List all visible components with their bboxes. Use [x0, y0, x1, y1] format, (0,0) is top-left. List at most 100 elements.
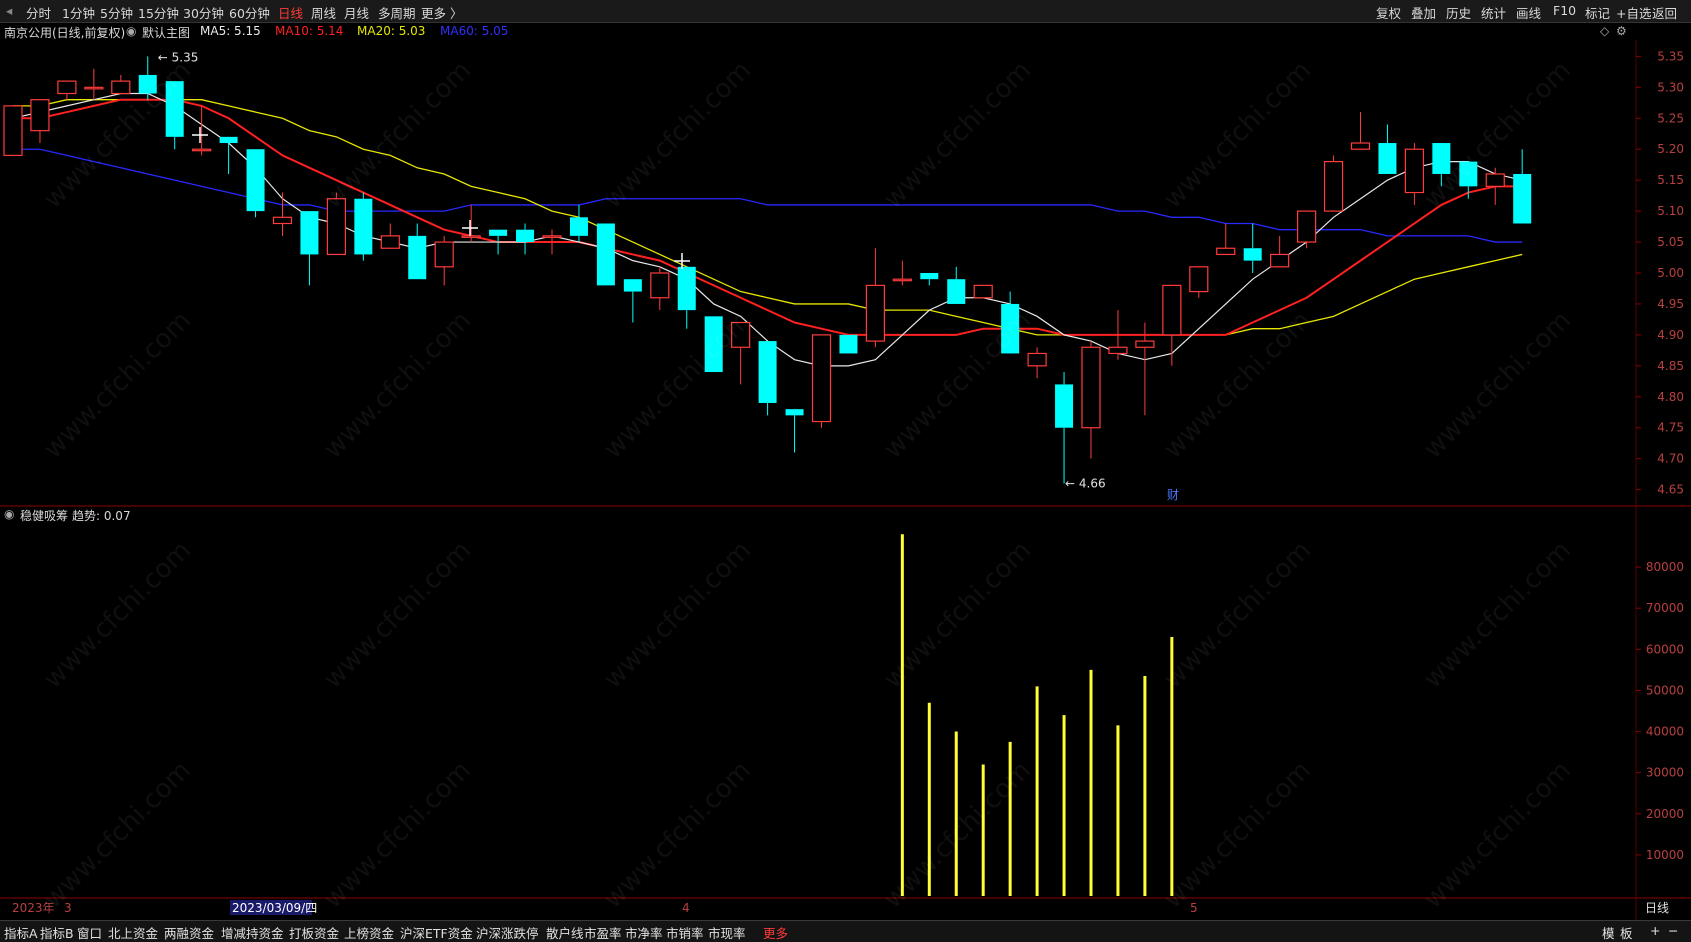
candle-body-down[interactable]	[758, 341, 777, 403]
period-tab-1[interactable]: 1分钟	[62, 3, 95, 22]
bottom-tab-8[interactable]: 沪深ETF资金	[400, 923, 473, 942]
candle-body-up[interactable]	[192, 148, 212, 152]
candle-body-up[interactable]	[326, 198, 346, 256]
period-tab-10[interactable]: 更多 〉	[421, 3, 462, 22]
bottom-tab-11[interactable]: 市盈率	[584, 923, 622, 942]
candle-body-up[interactable]	[1216, 247, 1236, 256]
toolbar-right-0[interactable]: 复权	[1376, 3, 1401, 22]
chart-settings-icon[interactable]: ⚙	[1616, 24, 1627, 38]
candle-body-up[interactable]	[3, 105, 23, 157]
toolbar-right-3[interactable]: 统计	[1481, 3, 1506, 22]
candle-body-down[interactable]	[839, 334, 858, 354]
candle-body-up[interactable]	[1485, 173, 1505, 187]
bottom-tab-0[interactable]: 指标A	[4, 923, 38, 942]
period-tab-9[interactable]: 多周期	[378, 3, 416, 22]
candle-body-up[interactable]	[1296, 210, 1317, 243]
candle-body-down[interactable]	[354, 198, 373, 255]
candle-body-up[interactable]	[542, 235, 562, 238]
period-tab-2[interactable]: 5分钟	[100, 3, 133, 22]
kline-chart[interactable]: 5.35 5.30 5.25 5.20 5.15 5.10 5.05 5.00 4.95 4.90…	[0, 40, 1691, 920]
candle-body-down[interactable]	[300, 211, 319, 255]
candle-body-up[interactable]	[1162, 284, 1182, 336]
toolbar-right-8[interactable]: 返回	[1652, 3, 1677, 22]
candle-body-down[interactable]	[408, 235, 427, 280]
bottom-tab-10[interactable]: 散户线	[546, 923, 584, 942]
candle-body-down[interactable]	[596, 223, 615, 286]
bottom-tab-15[interactable]: 更多	[763, 923, 788, 942]
candle-body-up[interactable]	[650, 272, 670, 299]
candle-body-up[interactable]	[1404, 148, 1425, 194]
candle-body-down[interactable]	[947, 279, 966, 304]
bottom-right-0[interactable]: 模	[1602, 923, 1615, 942]
candle-body-up[interactable]	[111, 80, 131, 95]
candle-body-up[interactable]	[1323, 160, 1344, 212]
bottom-tab-2[interactable]: 窗口	[77, 923, 102, 942]
back-arrow-icon[interactable]: ◂	[6, 3, 12, 18]
bottom-tab-5[interactable]: 增减持资金	[221, 923, 284, 942]
bottom-right-2[interactable]: +	[1650, 923, 1660, 938]
bottom-tab-4[interactable]: 两融资金	[164, 923, 214, 942]
candle-body-up[interactable]	[30, 99, 50, 132]
period-tab-5[interactable]: 60分钟	[229, 3, 270, 22]
bottom-right-1[interactable]: 板	[1620, 923, 1633, 942]
bottom-tab-3[interactable]: 北上资金	[108, 923, 158, 942]
candle-body-up[interactable]	[1027, 352, 1047, 367]
indicator-settings-icon[interactable]: ◉	[4, 507, 14, 521]
period-tab-6[interactable]: 日线	[278, 3, 303, 22]
period-tab-3[interactable]: 15分钟	[138, 3, 179, 22]
candle-body-up[interactable]	[731, 321, 751, 348]
candle-body-up[interactable]	[865, 284, 886, 342]
candle-body-down[interactable]	[1243, 248, 1262, 261]
candle-body-down[interactable]	[1432, 143, 1451, 174]
bottom-tab-13[interactable]: 市销率	[666, 923, 704, 942]
candle-body-down[interactable]	[138, 74, 157, 94]
candle-body-up[interactable]	[380, 235, 400, 249]
main-chart-label[interactable]: 默认主图	[142, 24, 190, 41]
candle-body-down[interactable]	[569, 217, 588, 236]
bottom-tab-12[interactable]: 市净率	[625, 923, 663, 942]
candle-body-down[interactable]	[246, 149, 265, 212]
bottom-tab-1[interactable]: 指标B	[40, 923, 74, 942]
candle-body-up[interactable]	[1108, 346, 1128, 355]
candle-body-down[interactable]	[516, 229, 535, 243]
candle-body-up[interactable]	[434, 241, 454, 268]
candle-body-up[interactable]	[84, 86, 104, 90]
candle-body-down[interactable]	[920, 273, 939, 280]
bottom-right-3[interactable]: −	[1668, 923, 1678, 938]
candle-body-up[interactable]	[811, 334, 832, 423]
toolbar-right-1[interactable]: 叠加	[1411, 3, 1436, 22]
bottom-tab-6[interactable]: 打板资金	[289, 923, 339, 942]
diamond-icon[interactable]: ◇	[1600, 24, 1609, 38]
candle-body-down[interactable]	[1378, 143, 1397, 174]
candle-body-down[interactable]	[785, 409, 804, 416]
candle-body-up[interactable]	[1189, 266, 1209, 293]
toolbar-right-7[interactable]: +自选	[1616, 3, 1651, 22]
bottom-tab-9[interactable]: 沪深涨跌停	[476, 923, 539, 942]
candle-body-up[interactable]	[1270, 253, 1290, 268]
candle-body-up[interactable]	[1135, 340, 1155, 348]
candle-body-up[interactable]	[57, 80, 77, 95]
period-tab-8[interactable]: 月线	[344, 3, 369, 22]
candle-body-down[interactable]	[677, 266, 696, 311]
finance-marker[interactable]: 财	[1167, 488, 1179, 502]
bottom-tab-7[interactable]: 上榜资金	[344, 923, 394, 942]
candle-body-up[interactable]	[973, 284, 993, 299]
candle-body-down[interactable]	[1513, 173, 1532, 224]
indicator-name[interactable]: 稳健吸筹	[20, 507, 68, 524]
toolbar-right-5[interactable]: F10	[1553, 3, 1576, 18]
bottom-tab-14[interactable]: 市现率	[708, 923, 746, 942]
candle-body-up[interactable]	[1350, 142, 1371, 150]
candle-body-up[interactable]	[272, 216, 293, 225]
toolbar-right-2[interactable]: 历史	[1446, 3, 1471, 22]
candle-body-up[interactable]	[892, 278, 912, 282]
candle-body-down[interactable]	[165, 81, 184, 137]
candle-body-up[interactable]	[1081, 346, 1101, 429]
candle-body-down[interactable]	[1001, 303, 1020, 354]
candle-body-up[interactable]	[461, 235, 481, 238]
period-tab-7[interactable]: 周线	[311, 3, 336, 22]
period-tab-0[interactable]: 分时	[26, 3, 51, 22]
main-chart-settings-icon[interactable]: ◉	[126, 24, 136, 38]
candle-body-down[interactable]	[704, 316, 723, 373]
period-tab-4[interactable]: 30分钟	[183, 3, 224, 22]
candle-body-down[interactable]	[219, 136, 238, 144]
